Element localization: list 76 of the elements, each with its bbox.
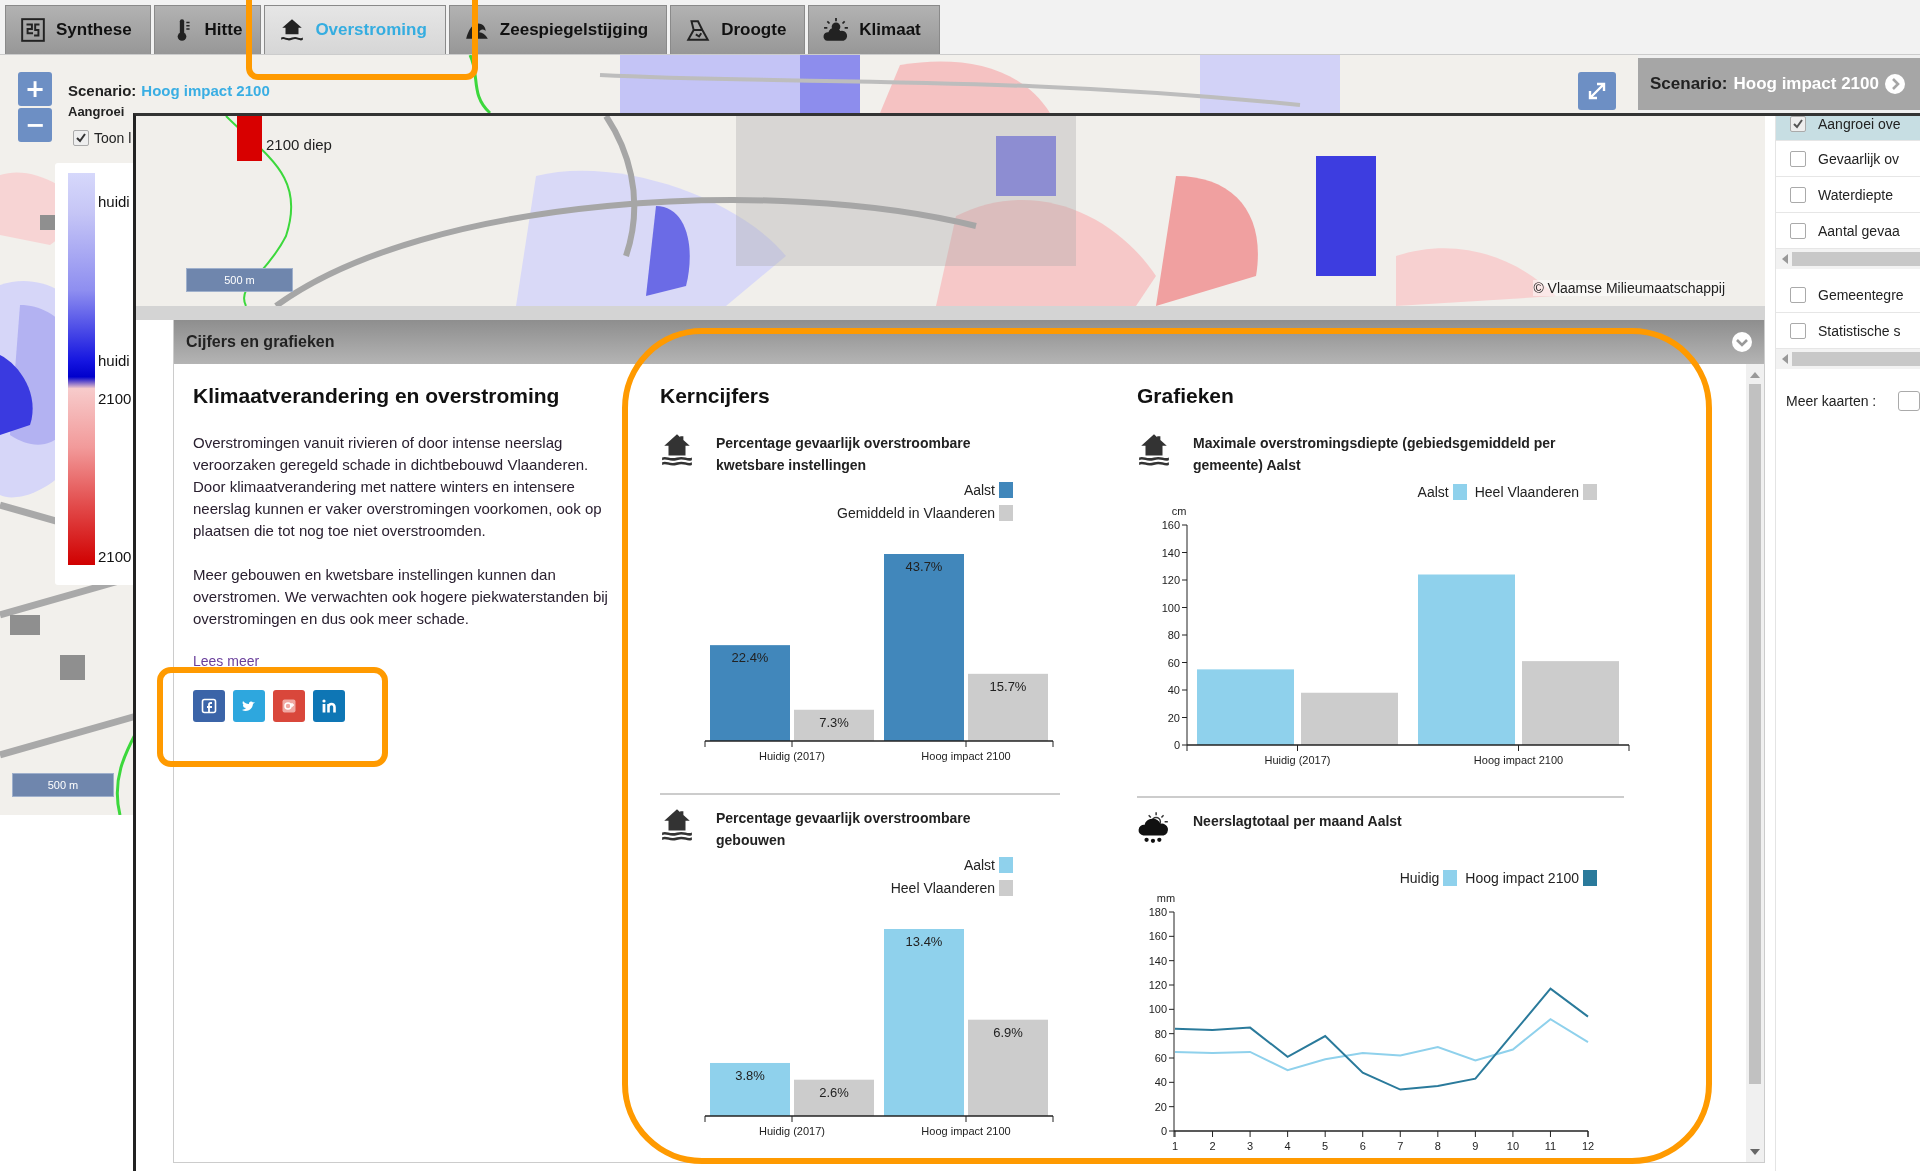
more-maps-label: Meer kaarten : [1786,393,1877,409]
tick-label: 20 [1154,1100,1167,1113]
down-arrow-icon[interactable] [1750,1148,1760,1156]
tick-label: 100 [1148,1003,1167,1016]
scrollbar[interactable] [1776,349,1920,369]
layer-label: Waterdiepte [1818,186,1893,203]
category-label: 10 [1506,1140,1520,1152]
checkbox[interactable] [1790,186,1806,203]
layer-label: Aantal gevaa [1818,222,1900,239]
tick-label: 120 [1148,979,1167,991]
checkbox[interactable] [1790,222,1806,239]
tab[interactable]: Hitte [153,5,262,54]
tick-label: 160 [1148,930,1167,943]
chart-title: Neerslagtotaal per maand Aalst [1193,812,1402,831]
category-label: 5 [1322,1140,1329,1152]
tab[interactable]: Synthese [5,5,151,54]
cracked-ground-icon [685,17,712,43]
category-label: 2 [1209,1140,1216,1152]
layer-label: Statistische s [1818,322,1901,339]
legend-label: Huidig [1399,869,1440,886]
tick-label: 0 [1160,1125,1167,1137]
category-label: Huidig (2017) [759,1125,825,1137]
value-label: 6.9% [993,1024,1023,1040]
category-label: 3 [1247,1140,1254,1152]
scenario-label: Scenario: [1650,74,1728,94]
puzzle-icon [20,17,46,43]
tick-label: 80 [1154,1027,1167,1040]
chevron-right-icon [1885,74,1905,94]
scroll-thumb[interactable] [1792,352,1920,366]
category-label: Hoog impact 2100 [921,1125,1011,1137]
tab[interactable]: Droogte [670,5,806,54]
select-field[interactable] [1898,391,1920,411]
category-label: 12 [1581,1140,1595,1152]
category-label: 8 [1434,1140,1441,1152]
value-label: 3.8% [735,1067,765,1083]
checkbox[interactable] [1790,150,1806,167]
legend-label: Aalst [963,856,995,873]
category-label: 1 [1171,1140,1179,1152]
layer-label: Aangroei ove [1818,116,1901,132]
value-label: 2.6% [819,1084,849,1100]
scenario-header[interactable]: Scenario: Hoog impact 2100 [1638,58,1920,110]
checkbox[interactable] [1790,116,1806,132]
flooded-house-icon [279,17,306,43]
tick-label: 40 [1154,1076,1167,1089]
category-label: 9 [1472,1140,1479,1152]
layer-label: Gemeentegre [1818,286,1904,303]
left-arrow-icon[interactable] [1782,354,1788,364]
checkbox[interactable] [1790,322,1806,339]
tick-label: 60 [1154,1052,1167,1064]
scenario-value: Hoog impact 2100 [1733,74,1879,94]
category-label: 7 [1397,1140,1404,1152]
tab[interactable]: Klimaat [808,5,940,54]
up-arrow-icon[interactable] [1750,370,1760,378]
left-arrow-icon[interactable] [1782,254,1788,264]
chart-title: Percentage gevaarlijk overstroombare gebouwen [716,809,972,850]
scroll-thumb[interactable] [1749,384,1761,1084]
checkbox[interactable] [1790,286,1806,303]
layer-row[interactable]: Aangroei ove [1776,116,1920,141]
tab[interactable]: Zeespiegelstijging [448,5,668,54]
scrollbar[interactable] [1746,364,1764,1162]
tick-label: 180 [1148,906,1167,918]
scroll-thumb[interactable] [1792,252,1920,266]
collapse-icon[interactable] [1732,332,1752,352]
category-label: 4 [1284,1140,1291,1152]
axis-title: mm [1156,892,1176,904]
rain-cloud-icon [1137,810,1171,844]
sun-cloud-icon [823,17,850,43]
value-label: 13.4% [905,934,943,949]
legend-label: Hoog impact 2100 [1465,869,1579,886]
legend-label: Heel Vlaanderen [890,879,995,896]
category-label: 11 [1544,1140,1557,1152]
category-label: 6 [1359,1140,1366,1152]
scrollbar[interactable] [1776,249,1920,269]
tick-label: 140 [1148,954,1167,967]
layer-label: Gevaarlijk ov [1818,150,1899,167]
flooded-house-icon [660,807,694,841]
